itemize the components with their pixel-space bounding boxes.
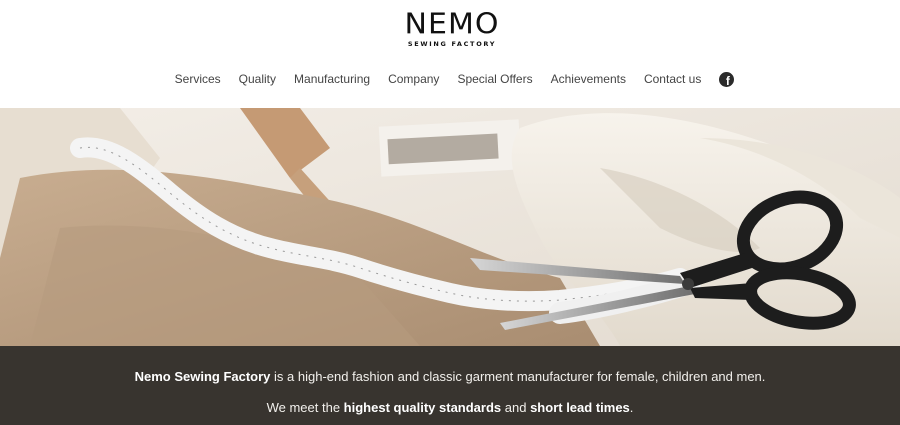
lead-times-strong: short lead times [530, 400, 630, 415]
facebook-icon[interactable]: f [719, 71, 735, 87]
site-header: NEMO SEWING FACTORY Services Quality Man… [0, 0, 900, 108]
logo[interactable]: NEMO SEWING FACTORY [400, 10, 504, 50]
nav-manufacturing[interactable]: Manufacturing [294, 72, 370, 86]
logo-tagline: SEWING FACTORY [407, 40, 497, 48]
intro-line-1: Nemo Sewing Factory is a high-end fashio… [0, 369, 900, 384]
quality-strong: highest quality standards [343, 400, 502, 415]
intro-line-2: We meet the highest quality standards an… [0, 400, 900, 415]
nav-contact-us[interactable]: Contact us [644, 72, 701, 86]
hero-slider [0, 108, 900, 346]
company-name-strong: Nemo Sewing Factory [134, 369, 271, 384]
intro-line-2-end: . [629, 400, 634, 415]
nav-special-offers[interactable]: Special Offers [457, 72, 532, 86]
nav-company[interactable]: Company [388, 72, 439, 86]
intro-line-2-mid: and [501, 400, 531, 415]
main-navigation: Services Quality Manufacturing Company S… [0, 68, 900, 90]
logo-wordmark: NEMO [404, 7, 500, 42]
nav-achievements[interactable]: Achievements [551, 72, 626, 86]
intro-banner: Nemo Sewing Factory is a high-end fashio… [0, 346, 900, 425]
hero-image [0, 108, 900, 346]
nav-services[interactable]: Services [175, 72, 221, 86]
nav-quality[interactable]: Quality [239, 72, 276, 86]
intro-line-1-text: is a high-end fashion and classic garmen… [270, 369, 766, 384]
intro-line-2-pre: We meet the [266, 400, 344, 415]
